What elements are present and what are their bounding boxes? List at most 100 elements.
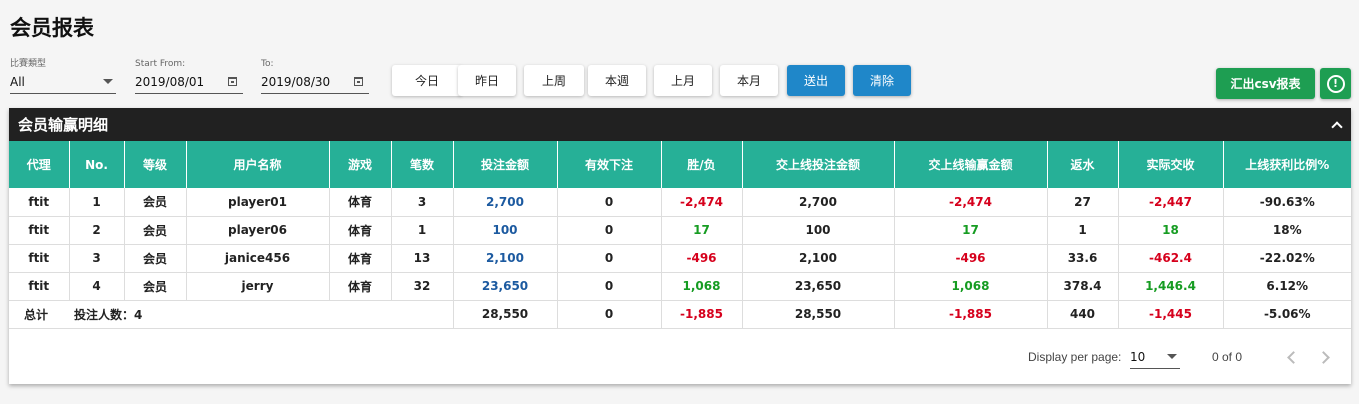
export-csv-button[interactable]: 汇出csv报表 [1216, 68, 1315, 99]
end-date-value: 2019/08/30 [261, 74, 331, 89]
column-header: 代理 [9, 141, 69, 188]
per-page-label: Display per page: [1028, 350, 1122, 364]
table-cell: 23,650 [741, 272, 894, 301]
table-cell: player01 [185, 188, 329, 217]
totals-cell: 28,550 [741, 300, 894, 329]
end-date-input[interactable]: 2019/08/30 [261, 70, 369, 94]
table-row: ftit 4 会员 jerry 体育 32 23,650 0 1,068 23,… [9, 272, 1351, 301]
game-type-label: 比賽類型 [10, 59, 47, 69]
last-week-button[interactable]: 上周 [524, 65, 584, 96]
table-cell: 1 [390, 216, 453, 245]
table-cell: 体育 [328, 244, 391, 273]
table-row: ftit 3 会员 janice456 体育 13 2,100 0 -496 2… [9, 244, 1351, 273]
totals-cell: -5.06% [1222, 300, 1351, 329]
table-cell: 3 [68, 244, 124, 273]
totals-cell: -1,885 [893, 300, 1047, 329]
start-date-value: 2019/08/01 [135, 74, 205, 89]
bettor-count: 投注人数：4 [74, 307, 143, 322]
info-icon: ! [1326, 74, 1345, 93]
clear-button[interactable]: 清除 [853, 65, 911, 96]
table-cell: 0 [556, 188, 661, 217]
table-cell: janice456 [185, 244, 329, 273]
column-header: 胜/负 [660, 141, 742, 188]
table-cell: 体育 [328, 272, 391, 301]
dropdown-arrow-icon [1167, 354, 1177, 359]
table-cell: ftit [9, 216, 69, 245]
calendar-icon[interactable] [228, 77, 237, 86]
table-cell: -90.63% [1222, 188, 1351, 217]
table-cell: -462.4 [1117, 244, 1223, 273]
table-cell: 23,650 [452, 272, 557, 301]
this-week-button[interactable]: 本週 [588, 65, 646, 96]
page-range: 0 of 0 [1212, 350, 1243, 364]
table-cell: 17 [893, 216, 1047, 245]
table-cell: 1 [68, 188, 124, 217]
table-cell: jerry [185, 272, 329, 301]
member-detail-card: 会员输赢明细 代理 No. 等级 用户名称 游戏 笔数 投注金额 有效下注 胜/… [9, 108, 1351, 384]
table-header-row: 代理 No. 等级 用户名称 游戏 笔数 投注金额 有效下注 胜/负 交上线投注… [9, 141, 1351, 188]
column-header: 返水 [1046, 141, 1118, 188]
per-page-select[interactable]: 10 [1130, 345, 1180, 369]
calendar-icon[interactable] [354, 77, 363, 86]
chevron-left-icon[interactable] [1287, 351, 1300, 364]
pagination-bar: Display per page: 10 0 of 0 [9, 329, 1351, 384]
table-cell: -496 [660, 244, 742, 273]
totals-cell: 0 [556, 300, 661, 329]
last-month-button[interactable]: 上月 [654, 65, 712, 96]
totals-row: 总计 投注人数：4 28,550 0 -1,885 28,550 -1,885 4… [9, 300, 1351, 329]
table-cell: 4 [68, 272, 124, 301]
column-header: No. [68, 141, 124, 188]
table-cell: 27 [1046, 188, 1118, 217]
table-cell: 0 [556, 216, 661, 245]
table-cell: ftit [9, 188, 69, 217]
table-cell: 1,068 [893, 272, 1047, 301]
end-date-field[interactable]: To: 2019/08/30 [261, 58, 369, 94]
totals-label: 总计 [24, 307, 49, 322]
table-cell: 2,700 [452, 188, 557, 217]
table-cell: 0 [556, 244, 661, 273]
table-cell: 17 [660, 216, 742, 245]
column-header: 笔数 [390, 141, 453, 188]
table-cell: 会员 [123, 244, 186, 273]
info-button[interactable]: ! [1320, 68, 1351, 99]
card-header[interactable]: 会员输赢明细 [9, 108, 1351, 141]
column-header: 交上线输赢金额 [893, 141, 1047, 188]
column-header: 投注金额 [452, 141, 557, 188]
this-month-button[interactable]: 本月 [720, 65, 778, 96]
column-header: 等级 [123, 141, 186, 188]
game-type-field[interactable]: 比賽類型 All [10, 58, 116, 94]
start-date-field[interactable]: Start From: 2019/08/01 [135, 58, 243, 94]
submit-button[interactable]: 送出 [787, 65, 845, 96]
table-cell: 2,100 [741, 244, 894, 273]
table-cell: player06 [185, 216, 329, 245]
totals-cell: 28,550 [452, 300, 557, 329]
page-title: 会员报表 [10, 16, 94, 40]
start-date-input[interactable]: 2019/08/01 [135, 70, 243, 94]
table-row: ftit 1 会员 player01 体育 3 2,700 0 -2,474 2… [9, 188, 1351, 217]
today-button[interactable]: 今日 [392, 65, 462, 96]
table-cell: 2 [68, 216, 124, 245]
per-page-value: 10 [1130, 349, 1146, 364]
table-cell: 体育 [328, 216, 391, 245]
column-header: 上线获利比例% [1222, 141, 1351, 188]
start-date-label: Start From: [135, 59, 186, 69]
table-cell: 6.12% [1222, 272, 1351, 301]
totals-cell: -1,445 [1117, 300, 1223, 329]
table-cell: 体育 [328, 188, 391, 217]
table-cell: 会员 [123, 188, 186, 217]
table-cell: -2,447 [1117, 188, 1223, 217]
end-date-label: To: [261, 59, 274, 69]
yesterday-button[interactable]: 昨日 [458, 65, 516, 96]
table-cell: 18% [1222, 216, 1351, 245]
section-title: 会员输赢明细 [18, 116, 109, 134]
chevron-up-icon[interactable] [1331, 120, 1343, 133]
table-cell: 1,446.4 [1117, 272, 1223, 301]
game-type-select[interactable]: All [10, 70, 116, 94]
chevron-right-icon[interactable] [1317, 351, 1330, 364]
table-cell: 0 [556, 272, 661, 301]
dropdown-arrow-icon [103, 79, 113, 84]
table-cell: 2,700 [741, 188, 894, 217]
table-cell: 1,068 [660, 272, 742, 301]
table-cell: 13 [390, 244, 453, 273]
game-type-value: All [10, 74, 25, 89]
